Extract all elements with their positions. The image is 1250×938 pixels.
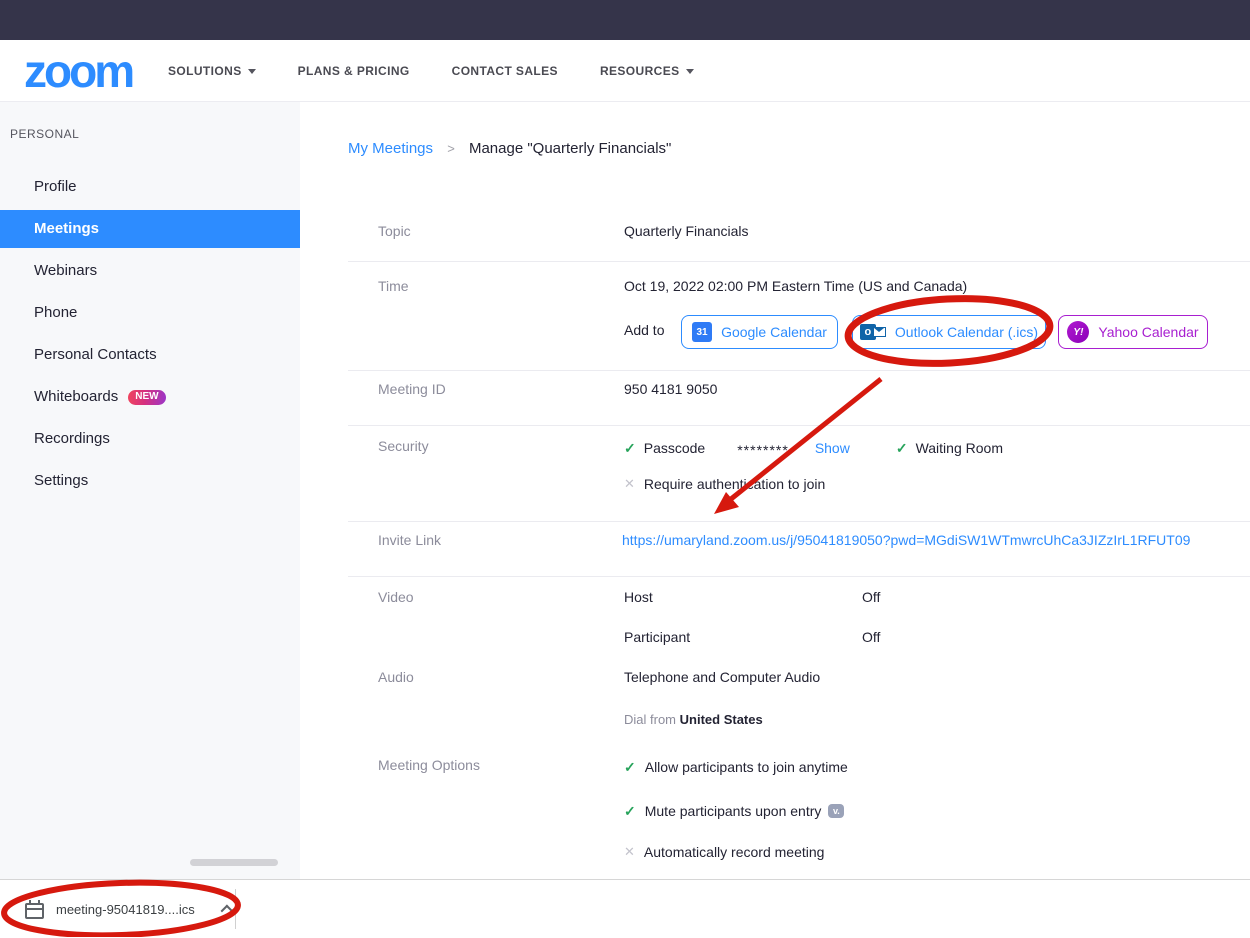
nav-resources[interactable]: RESOURCES — [600, 64, 694, 78]
downloaded-filename: meeting-95041819....ics — [56, 902, 195, 917]
check-icon: ✓ — [624, 803, 636, 820]
top-dark-bar — [0, 0, 1250, 40]
nav-solutions[interactable]: SOLUTIONS — [168, 64, 256, 78]
sidebar-item-recordings[interactable]: Recordings — [0, 427, 300, 451]
passcode-label: Passcode — [644, 440, 705, 456]
breadcrumb-current: Manage "Quarterly Financials" — [469, 140, 671, 157]
video-participant-value: Off — [862, 629, 880, 649]
sidebar-item-profile[interactable]: Profile — [0, 175, 300, 199]
row-divider — [348, 521, 1250, 522]
check-icon: ✓ — [896, 440, 908, 457]
row-divider — [348, 576, 1250, 577]
show-passcode-link[interactable]: Show — [815, 440, 850, 456]
time-value: Oct 19, 2022 02:00 PM Eastern Time (US a… — [624, 278, 967, 298]
breadcrumb-separator: > — [447, 141, 455, 156]
audio-label: Audio — [378, 669, 414, 689]
breadcrumb-my-meetings[interactable]: My Meetings — [348, 140, 433, 157]
new-badge: NEW — [128, 390, 165, 405]
row-divider — [348, 261, 1250, 262]
sidebar: PERSONAL Profile Meetings Webinars Phone… — [0, 102, 300, 879]
caret-down-icon — [248, 69, 256, 74]
waiting-room-label: Waiting Room — [916, 440, 1003, 456]
security-label: Security — [378, 438, 429, 458]
add-to-label: Add to — [624, 322, 664, 342]
sidebar-item-personal-contacts[interactable]: Personal Contacts — [0, 343, 300, 367]
topic-value: Quarterly Financials — [624, 223, 749, 243]
calendar-file-icon — [25, 900, 44, 919]
google-calendar-icon: 31 — [692, 322, 712, 342]
sidebar-item-settings[interactable]: Settings — [0, 469, 300, 493]
yahoo-icon: Y! — [1067, 321, 1089, 343]
meeting-id-value: 950 4181 9050 — [624, 381, 717, 401]
video-host-label: Host — [624, 589, 653, 609]
main-nav: SOLUTIONS PLANS & PRICING CONTACT SALES … — [168, 40, 694, 102]
site-header: zoom SOLUTIONS PLANS & PRICING CONTACT S… — [0, 40, 1250, 102]
nav-plans-pricing[interactable]: PLANS & PRICING — [298, 64, 410, 78]
meeting-detail-panel: My Meetings > Manage "Quarterly Financia… — [300, 102, 1250, 879]
setting-lock-icon: v. — [828, 804, 844, 818]
invite-link-label: Invite Link — [378, 532, 441, 552]
sidebar-section-personal: PERSONAL — [10, 127, 79, 141]
meeting-options-label: Meeting Options — [378, 757, 480, 777]
dial-from-country: United States — [680, 712, 763, 727]
sidebar-item-phone[interactable]: Phone — [0, 301, 300, 325]
downloads-bar: meeting-95041819....ics — [0, 879, 1250, 937]
zoom-logo[interactable]: zoom — [24, 44, 132, 98]
invite-link[interactable]: https://umaryland.zoom.us/j/95041819050?… — [622, 532, 1190, 552]
caret-down-icon — [686, 69, 694, 74]
breadcrumb: My Meetings > Manage "Quarterly Financia… — [348, 140, 671, 160]
row-divider — [348, 370, 1250, 371]
passcode-mask: ******** — [737, 442, 789, 458]
audio-value: Telephone and Computer Audio — [624, 669, 820, 689]
require-auth-label: Require authentication to join — [644, 476, 825, 492]
option-row: ✓ Mute participants upon entry v. — [624, 801, 844, 821]
cross-icon: ✕ — [624, 476, 635, 492]
video-label: Video — [378, 589, 414, 609]
security-row: ✓ Passcode ******** Show ✓ Waiting Room — [624, 438, 1003, 458]
check-icon: ✓ — [624, 440, 636, 457]
sidebar-item-whiteboards[interactable]: WhiteboardsNEW — [0, 385, 300, 409]
cross-icon: ✕ — [624, 844, 635, 860]
meeting-id-label: Meeting ID — [378, 381, 446, 401]
chevron-up-icon[interactable] — [220, 904, 233, 917]
row-divider — [348, 425, 1250, 426]
check-icon: ✓ — [624, 759, 636, 776]
outlook-icon: o — [860, 323, 886, 341]
dial-from-row: Dial from United States — [624, 712, 763, 732]
time-label: Time — [378, 278, 409, 298]
video-participant-label: Participant — [624, 629, 690, 649]
video-host-value: Off — [862, 589, 880, 609]
downloads-bar-divider — [235, 889, 236, 929]
google-calendar-button[interactable]: 31 Google Calendar — [681, 315, 838, 349]
topic-label: Topic — [378, 223, 411, 243]
outlook-calendar-button[interactable]: o Outlook Calendar (.ics) — [852, 315, 1046, 349]
sidebar-item-meetings[interactable]: Meetings — [0, 210, 300, 248]
downloaded-file-item[interactable]: meeting-95041819....ics — [0, 880, 235, 938]
nav-contact-sales[interactable]: CONTACT SALES — [452, 64, 558, 78]
require-auth-row: ✕ Require authentication to join — [624, 474, 825, 494]
option-row: ✕ Automatically record meeting — [624, 842, 824, 862]
sidebar-item-webinars[interactable]: Webinars — [0, 259, 300, 283]
option-row: ✓ Allow participants to join anytime — [624, 757, 848, 777]
yahoo-calendar-button[interactable]: Y! Yahoo Calendar — [1058, 315, 1208, 349]
horizontal-scrollbar-thumb[interactable] — [190, 859, 278, 866]
